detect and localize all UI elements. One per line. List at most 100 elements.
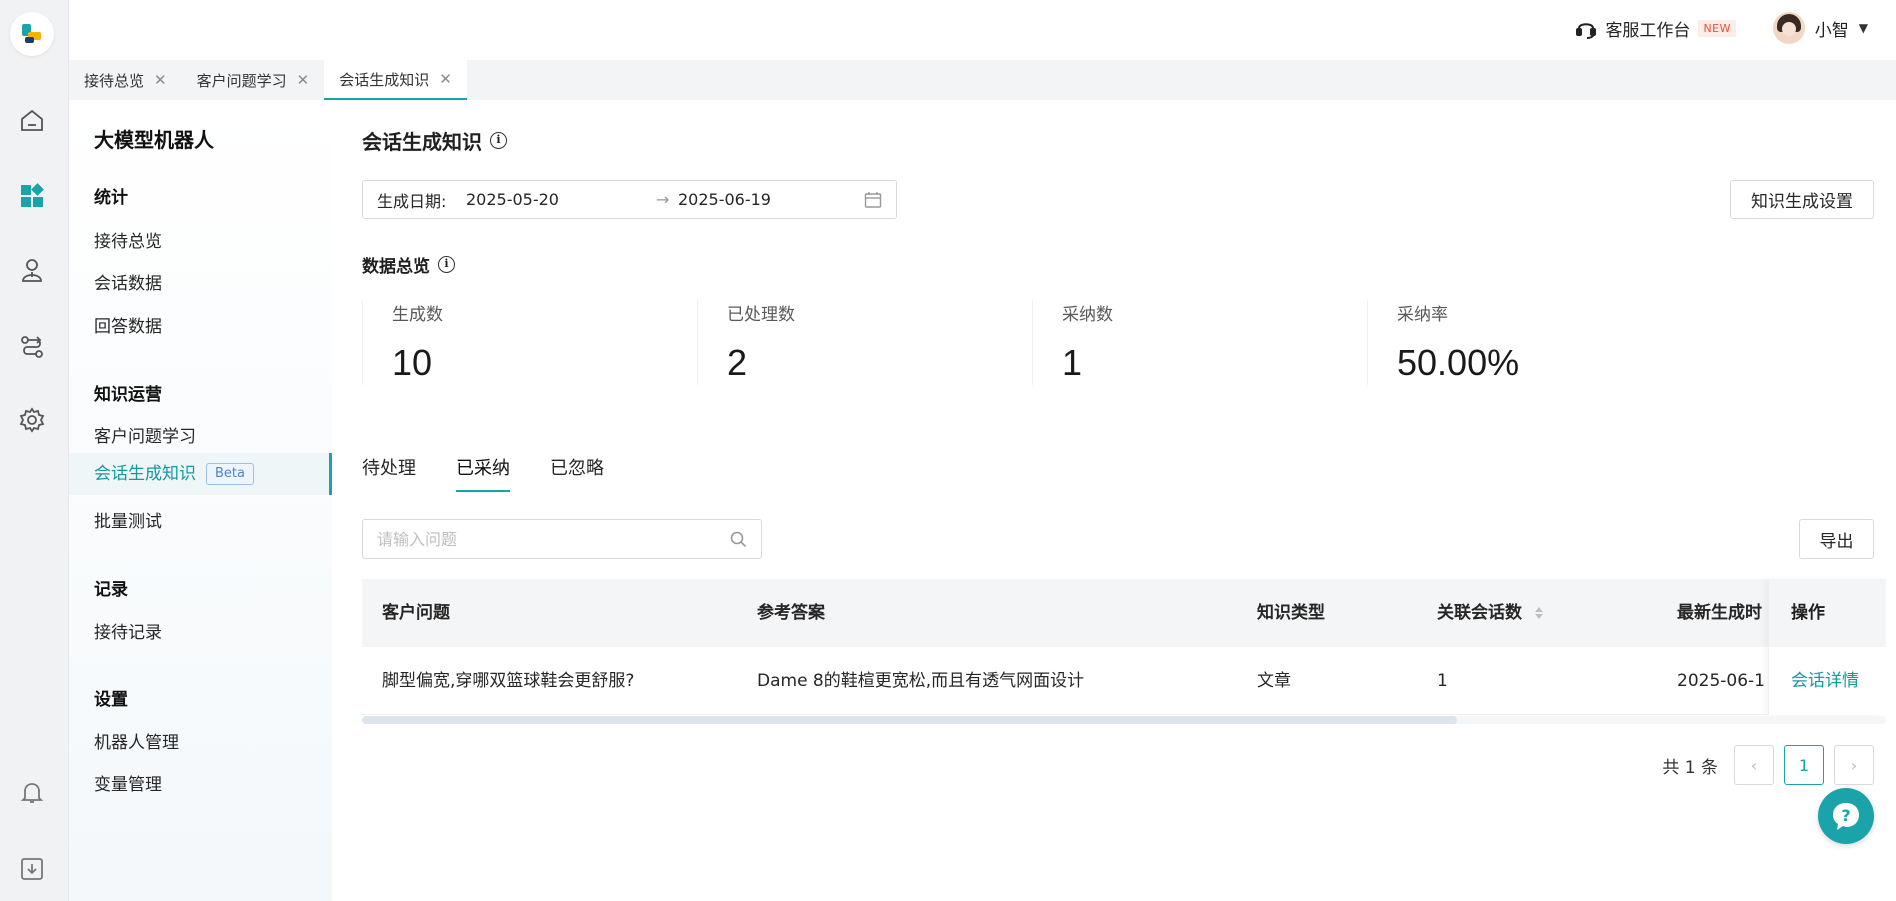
cs-workbench-label: 客服工作台 [1605, 21, 1691, 41]
session-detail-link[interactable]: 会话详情 [1769, 647, 1886, 715]
col-knowledge-type: 知识类型 [1257, 603, 1325, 623]
end-date[interactable]: 2025-06-19 [678, 190, 858, 209]
date-range-picker[interactable]: 生成日期: 2025-05-20 → 2025-06-19 [362, 180, 897, 219]
sidebar-item-session-knowledge[interactable]: 会话生成知识 Beta [69, 453, 332, 495]
total-count: 共 1 条 [1662, 757, 1718, 778]
home-icon[interactable] [18, 107, 46, 135]
info-icon[interactable]: i [490, 132, 507, 149]
tab-ignored[interactable]: 已忽略 [550, 454, 604, 492]
stat-generated: 生成数 10 [362, 300, 697, 385]
sidebar-item-robot-management[interactable]: 机器人管理 [94, 728, 179, 753]
info-icon[interactable]: i [438, 256, 455, 273]
knowledge-table: 客户问题 参考答案 知识类型 关联会话数 最新生成时 脚型偏宽,穿哪双篮球鞋会更… [362, 579, 1886, 715]
tab-label: 接待总览 [84, 71, 145, 90]
chevron-down-icon: ▼ [1858, 21, 1868, 35]
sidebar-item-customer-question-learning[interactable]: 客户问题学习 [94, 422, 196, 447]
page-number[interactable]: 1 [1784, 745, 1824, 785]
sidebar-item-batch-test[interactable]: 批量测试 [94, 507, 162, 532]
robot-knowledge-icon[interactable] [18, 256, 46, 284]
stat-processed: 已处理数 2 [697, 300, 1032, 385]
export-button[interactable]: 导出 [1799, 519, 1874, 559]
status-tabs: 待处理 已采纳 已忽略 [362, 454, 604, 492]
tab-adopted[interactable]: 已采纳 [456, 454, 510, 492]
table-row: 脚型偏宽,穿哪双篮球鞋会更舒服? Dame 8的鞋楦更宽松,而且有透气网面设计 … [362, 647, 1886, 715]
icon-rail [0, 0, 69, 901]
page-title-text: 会话生成知识 [362, 130, 482, 154]
sidebar-group-settings: 设置 [94, 690, 128, 710]
close-icon[interactable]: ✕ [439, 70, 452, 88]
tab-label: 会话生成知识 [339, 70, 430, 89]
date-label: 生成日期: [377, 191, 447, 211]
cell-type: 文章 [1257, 671, 1291, 691]
tab-pending[interactable]: 待处理 [362, 454, 416, 492]
stat-value: 1 [1062, 342, 1083, 383]
stat-label: 采纳数 [1062, 305, 1113, 325]
app-logo-icon[interactable] [10, 12, 54, 56]
sidebar-group-stats: 统计 [94, 188, 128, 208]
dashboard-icon[interactable] [18, 182, 46, 210]
tab-session-knowledge[interactable]: 会话生成知识 ✕ [324, 60, 467, 100]
secondary-sidebar: 大模型机器人 统计 接待总览 会话数据 回答数据 知识运营 客户问题学习 会话生… [69, 100, 332, 901]
help-chat-icon: ? [1833, 803, 1859, 830]
stat-adoption-rate: 采纳率 50.00% [1367, 300, 1702, 385]
sidebar-item-session-data[interactable]: 会话数据 [94, 269, 162, 294]
range-arrow: → [656, 190, 670, 209]
svg-text:?: ? [1841, 806, 1850, 825]
scrollbar-thumb[interactable] [362, 716, 1457, 724]
horizontal-scrollbar[interactable] [362, 716, 1886, 724]
tab-customer-question-learning[interactable]: 客户问题学习 ✕ [182, 60, 325, 100]
sidebar-item-variable-management[interactable]: 变量管理 [94, 770, 162, 795]
col-reference-answer: 参考答案 [757, 603, 825, 623]
search-icon[interactable] [730, 531, 747, 548]
col-actions: 操作 [1769, 579, 1886, 647]
chevron-left-icon: ‹ [1750, 755, 1758, 775]
question-search [362, 519, 762, 559]
user-name: 小智 [1814, 20, 1849, 41]
user-menu[interactable]: 小智 ▼ [1772, 12, 1868, 44]
close-icon[interactable]: ✕ [154, 71, 167, 89]
prev-page-button[interactable]: ‹ [1734, 745, 1774, 785]
calendar-icon [864, 192, 882, 208]
start-date[interactable]: 2025-05-20 [466, 190, 656, 209]
stat-label: 采纳率 [1397, 305, 1448, 325]
sidebar-item-reception-records[interactable]: 接待记录 [94, 618, 162, 643]
cs-workbench-link[interactable]: 客服工作台 NEW [1575, 16, 1736, 41]
col-latest-generated: 最新生成时 [1677, 603, 1762, 623]
tab-label: 客户问题学习 [196, 71, 287, 90]
sidebar-item-answer-data[interactable]: 回答数据 [94, 312, 162, 337]
col-customer-question: 客户问题 [382, 603, 450, 623]
avatar [1772, 12, 1805, 44]
sidebar-item-reception-overview[interactable]: 接待总览 [94, 227, 162, 252]
main-content: 会话生成知识 i 生成日期: 2025-05-20 → 2025-06-19 知… [332, 100, 1896, 901]
stat-value: 10 [392, 342, 433, 383]
route-icon[interactable] [18, 333, 46, 361]
pagination: 共 1 条 ‹ 1 › [1662, 745, 1874, 785]
headset-icon [1576, 22, 1597, 39]
sidebar-group-records: 记录 [94, 580, 128, 600]
sort-icon[interactable] [1534, 605, 1544, 621]
next-page-button[interactable]: › [1834, 745, 1874, 785]
close-icon[interactable]: ✕ [297, 71, 310, 89]
table-header: 客户问题 参考答案 知识类型 关联会话数 最新生成时 [362, 579, 1886, 647]
cell-latest-time: 2025-06-1 [1677, 671, 1765, 691]
search-input[interactable] [363, 520, 703, 558]
settings-gear-icon[interactable] [18, 406, 46, 434]
chevron-right-icon: › [1850, 755, 1858, 775]
sidebar-item-label: 会话生成知识 [94, 464, 196, 484]
knowledge-settings-button[interactable]: 知识生成设置 [1730, 180, 1874, 219]
page-title: 会话生成知识 i [362, 126, 507, 155]
top-bar: 客服工作台 NEW 小智 ▼ [69, 0, 1896, 60]
cell-session-count: 1 [1437, 671, 1448, 691]
tab-reception-overview[interactable]: 接待总览 ✕ [69, 60, 182, 100]
col-related-sessions[interactable]: 关联会话数 [1437, 579, 1544, 647]
help-chat-button[interactable]: ? [1818, 788, 1874, 844]
col-related-sessions-label: 关联会话数 [1437, 603, 1522, 623]
notification-bell-icon[interactable] [18, 779, 46, 807]
actions-column: 操作 会话详情 [1768, 579, 1886, 715]
new-badge: NEW [1698, 20, 1736, 37]
beta-badge: Beta [206, 463, 254, 485]
cell-answer: Dame 8的鞋楦更宽松,而且有透气网面设计 [757, 671, 1085, 691]
stat-value: 2 [727, 342, 748, 383]
overview-title-text: 数据总览 [362, 257, 430, 277]
download-icon[interactable] [18, 855, 46, 883]
